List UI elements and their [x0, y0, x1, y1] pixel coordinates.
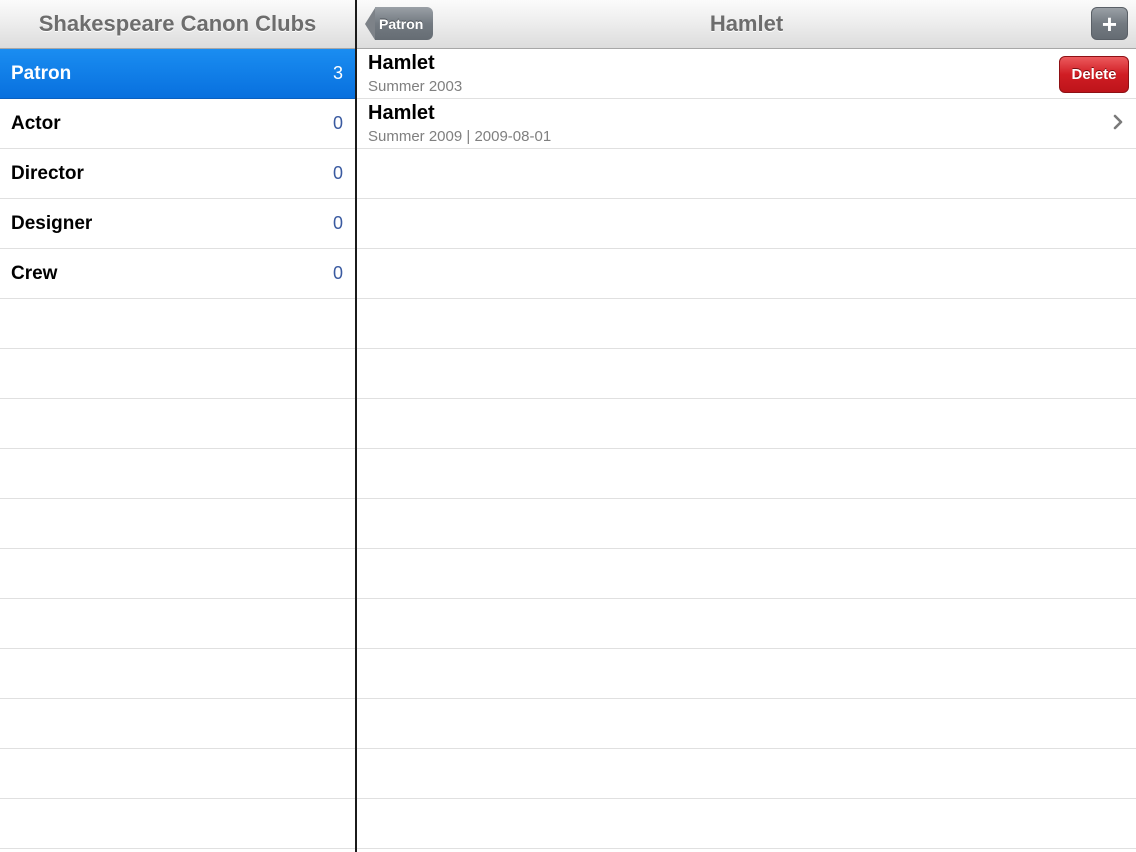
list-item-count: 0 [332, 163, 343, 183]
production-list: Hamlet Summer 2003 Delete Hamlet Summer … [357, 49, 1136, 149]
master-navbar: Shakespeare Canon Clubs [0, 0, 355, 49]
back-button[interactable]: Patron [365, 7, 434, 40]
back-button-label: Patron [375, 7, 434, 40]
list-item-actor[interactable]: Actor 0 [0, 99, 355, 149]
master-title: Shakespeare Canon Clubs [38, 11, 317, 36]
list-item[interactable]: Hamlet Summer 2003 Delete [357, 49, 1136, 99]
list-item-label: Actor [11, 112, 61, 134]
list-item-label: Designer [11, 212, 93, 234]
list-item-label: Crew [11, 262, 58, 284]
list-item-label: Director [11, 162, 84, 184]
back-arrow-icon [365, 7, 375, 40]
list-item-label: Patron [11, 62, 72, 84]
item-title: Hamlet [368, 52, 435, 74]
split-view: Shakespeare Canon Clubs Patron 3 Actor 0… [0, 0, 1136, 852]
list-item-count: 0 [332, 213, 343, 233]
item-subtitle: Summer 2009 | 2009-08-01 [368, 128, 552, 145]
list-item[interactable]: Hamlet Summer 2009 | 2009-08-01 [357, 99, 1136, 149]
detail-title: Hamlet [709, 11, 784, 36]
detail-pane: Patron Hamlet + Hamlet Summer 2003 Delet… [357, 0, 1136, 852]
detail-navbar: Patron Hamlet + [357, 0, 1136, 49]
add-button[interactable]: + [1091, 7, 1128, 40]
item-subtitle: Summer 2003 [368, 78, 463, 95]
list-item-count: 0 [332, 113, 343, 133]
list-item-count: 0 [332, 263, 343, 283]
master-pane: Shakespeare Canon Clubs Patron 3 Actor 0… [0, 0, 355, 852]
list-item-director[interactable]: Director 0 [0, 149, 355, 199]
plus-icon: + [1101, 8, 1118, 39]
list-item-count: 3 [332, 63, 343, 83]
role-list: Patron 3 Actor 0 Director 0 Designer 0 C… [0, 49, 355, 299]
list-item-patron[interactable]: Patron 3 [0, 49, 355, 99]
delete-button[interactable]: Delete [1059, 56, 1129, 93]
list-item-designer[interactable]: Designer 0 [0, 199, 355, 249]
item-title: Hamlet [368, 102, 435, 124]
chevron-right-icon [1113, 114, 1123, 130]
list-item-crew[interactable]: Crew 0 [0, 249, 355, 299]
